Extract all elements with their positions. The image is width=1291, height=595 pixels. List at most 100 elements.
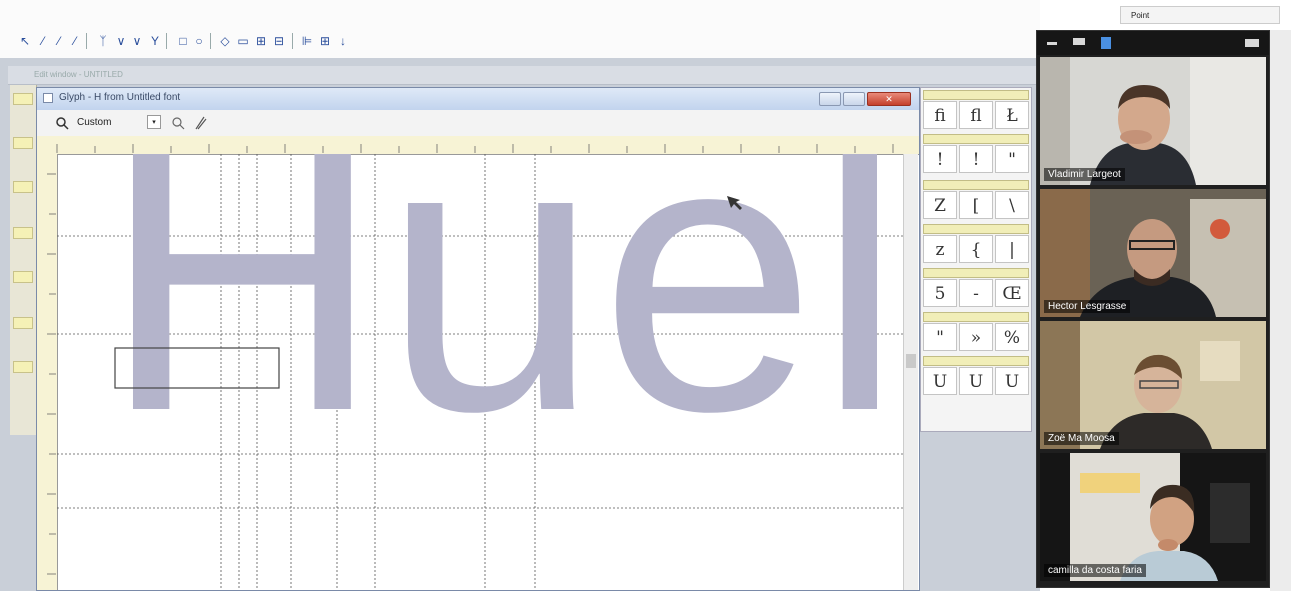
background-window-edge — [1270, 30, 1291, 591]
ruler-tool-icon[interactable]: ⊫ — [300, 34, 314, 48]
layout-icon[interactable] — [1245, 39, 1259, 47]
glyph-canvas[interactable]: Huelg — [57, 154, 903, 590]
glyph-preview-text: Huelg — [101, 154, 903, 494]
metric-cell[interactable] — [13, 317, 33, 329]
glyph-table-row: Z [ \ — [923, 191, 1029, 219]
participant-name: Vladimir Largeot — [1044, 168, 1125, 181]
metric-cell[interactable] — [13, 271, 33, 283]
vertical-scrollbar[interactable] — [903, 154, 918, 590]
metric-cell[interactable] — [13, 181, 33, 193]
pen-tool-icon[interactable]: ⁄ — [36, 34, 50, 48]
participant-name: Zoë Ma Moosa — [1044, 432, 1119, 445]
rotate-tool-icon[interactable]: ◇ — [218, 34, 232, 48]
participant-name: Hector Lesgrasse — [1044, 300, 1131, 313]
participant-video — [1040, 453, 1266, 581]
main-toolbar: ↖ ⁄ ⁄ ⁄ ᛉ ∨ ∨ Y □ ○ ◇ ▭ ⊞ ⊟ ⊫ ⊞ ↓ — [0, 0, 1040, 58]
participant-name: camilla da costa faria — [1044, 564, 1146, 577]
glyph-window-title: Glyph - H from Untitled font — [59, 92, 181, 103]
scroll-thumb[interactable] — [906, 354, 916, 368]
glyph-cell[interactable]: - — [959, 279, 993, 307]
metric-cell[interactable] — [13, 227, 33, 239]
corner-point-icon[interactable]: ∨ — [114, 34, 128, 48]
glyph-cell[interactable]: ! — [923, 145, 957, 173]
glyph-cell[interactable]: z — [923, 235, 957, 263]
glyph-cell[interactable]: U — [959, 367, 993, 395]
pointer-tool-icon[interactable]: ↖ — [18, 34, 32, 48]
minimize-icon[interactable] — [1047, 42, 1057, 45]
glyph-table-header — [923, 180, 1029, 190]
glyph-table-header — [923, 312, 1029, 322]
toolbar-divider — [86, 33, 87, 49]
glyph-table-row: fi fl Ł — [923, 101, 1029, 129]
participant-video-tile[interactable]: Hector Lesgrasse — [1040, 189, 1266, 317]
skew-tool-icon[interactable]: ⊞ — [254, 34, 268, 48]
glyph-cell[interactable]: \ — [995, 191, 1029, 219]
participant-video-tile[interactable]: Vladimir Largeot — [1040, 57, 1266, 185]
metrics-strip — [10, 85, 37, 435]
horizontal-ruler — [37, 136, 919, 155]
app-icon — [43, 93, 53, 103]
participant-video — [1040, 189, 1266, 317]
ellipse-tool-icon[interactable]: ○ — [192, 34, 206, 48]
participant-video-tile[interactable]: Zoë Ma Moosa — [1040, 321, 1266, 449]
glyph-titlebar[interactable]: Glyph - H from Untitled font ✕ — [37, 88, 919, 111]
zoom-icon[interactable] — [55, 116, 69, 130]
glyph-cell[interactable]: [ — [959, 191, 993, 219]
glyph-table: fi fl Ł ! ! " Z [ \ z { | 5 - Œ " » % U … — [920, 87, 1032, 432]
gallery-view-icon[interactable] — [1101, 37, 1111, 49]
glyph-table-header — [923, 90, 1029, 100]
glyph-table-header — [923, 134, 1029, 144]
glyph-cell[interactable]: Œ — [995, 279, 1029, 307]
hand-tool-icon[interactable]: ↓ — [336, 34, 350, 48]
glyph-table-row: 5 - Œ — [923, 279, 1029, 307]
glyph-cell[interactable]: { — [959, 235, 993, 263]
metric-cell[interactable] — [13, 93, 33, 105]
video-call-topbar — [1037, 31, 1269, 55]
glyph-table-row: z { | — [923, 235, 1029, 263]
metric-cell[interactable] — [13, 137, 33, 149]
glyph-cell[interactable]: | — [995, 235, 1029, 263]
glyph-cell[interactable]: % — [995, 323, 1029, 351]
curve-point-icon[interactable]: ᛉ — [96, 34, 110, 48]
glyph-cell[interactable]: fl — [959, 101, 993, 129]
glyph-cell[interactable]: 5 — [923, 279, 957, 307]
tangent-point-icon[interactable]: ∨ — [130, 34, 144, 48]
flip-tool-icon[interactable]: ▭ — [236, 34, 250, 48]
document-tabs[interactable]: Edit window - UNTITLED — [8, 66, 1038, 85]
minimize-icon[interactable] — [819, 92, 841, 106]
zoom-in-icon[interactable] — [171, 116, 185, 130]
document-tab-label[interactable]: Edit window - UNTITLED — [8, 70, 123, 79]
measure-tool-icon[interactable]: ⊞ — [318, 34, 332, 48]
glyph-cell[interactable]: U — [995, 367, 1029, 395]
glyph-cell[interactable]: Ł — [995, 101, 1029, 129]
glyph-cell[interactable]: U — [923, 367, 957, 395]
glyph-cell[interactable]: fi — [923, 101, 957, 129]
chevron-down-icon[interactable]: ▾ — [147, 115, 161, 129]
knife-icon[interactable] — [193, 115, 207, 131]
close-icon[interactable]: ✕ — [867, 92, 911, 106]
rectangle-tool-icon[interactable]: □ — [176, 34, 190, 48]
scale-tool-icon[interactable]: ⊟ — [272, 34, 286, 48]
metric-cell[interactable] — [13, 361, 33, 373]
knife-tool-icon[interactable]: ⁄ — [68, 34, 82, 48]
glyph-table-row: ! ! " — [923, 145, 1029, 173]
vertical-ruler — [37, 154, 58, 590]
glyph-cell[interactable]: » — [959, 323, 993, 351]
glyph-cell[interactable]: ! — [959, 145, 993, 173]
speaker-view-icon[interactable] — [1073, 38, 1085, 45]
participant-video — [1040, 321, 1266, 449]
toolbar-divider — [210, 33, 211, 49]
point-field[interactable]: Point — [1120, 6, 1280, 24]
glyph-table-row: " » % — [923, 323, 1029, 351]
maximize-icon[interactable] — [843, 92, 865, 106]
glyph-cell[interactable]: Z — [923, 191, 957, 219]
hv-point-icon[interactable]: Y — [148, 34, 162, 48]
glyph-cell[interactable]: " — [923, 323, 957, 351]
glyph-table-header — [923, 356, 1029, 366]
participant-video-tile[interactable]: camilla da costa faria — [1040, 453, 1266, 581]
zoom-select[interactable]: Custom — [77, 117, 111, 128]
line-tool-icon[interactable]: ⁄ — [52, 34, 66, 48]
glyph-table-header — [923, 268, 1029, 278]
participant-video — [1040, 57, 1266, 185]
glyph-cell[interactable]: " — [995, 145, 1029, 173]
